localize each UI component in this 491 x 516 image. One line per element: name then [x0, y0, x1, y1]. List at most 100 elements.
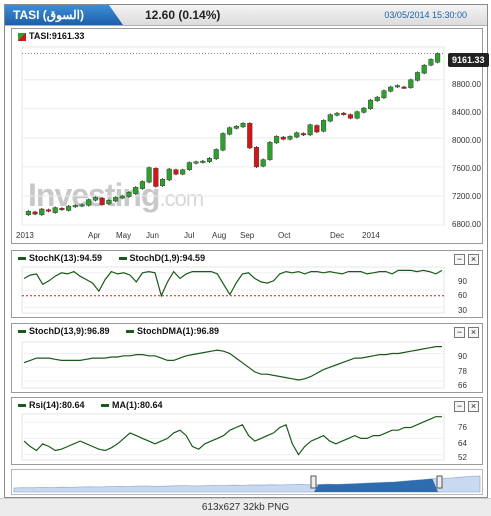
- candle: [361, 107, 367, 113]
- x-tick-label: Jul: [184, 231, 195, 240]
- candle: [173, 169, 179, 175]
- x-tick-label: Dec: [330, 231, 345, 240]
- navigator-svg[interactable]: [12, 470, 482, 494]
- candle: [86, 199, 92, 206]
- y-tick-label: 7600.00: [452, 164, 481, 173]
- candle: [220, 133, 226, 151]
- candle: [113, 197, 119, 202]
- range-handle-left[interactable]: [310, 475, 317, 489]
- candle: [180, 169, 186, 175]
- last-value-badge: 9161.33: [448, 53, 489, 67]
- x-tick-label: 2014: [362, 231, 380, 240]
- candle: [59, 208, 65, 210]
- y-tick-label: 7200.00: [452, 192, 481, 201]
- candle: [186, 162, 192, 170]
- candle: [347, 114, 353, 119]
- candle: [126, 192, 132, 197]
- stochd-panel: StochD(13,9):96.89 StochDMA(1):96.89 − ×…: [11, 323, 483, 393]
- candle: [260, 159, 266, 167]
- candle: [341, 112, 347, 115]
- stochk-svg: [21, 266, 445, 314]
- x-tick-label: Jun: [146, 231, 159, 240]
- plot-area: [21, 413, 445, 461]
- x-tick-label: Oct: [278, 231, 291, 240]
- candle: [200, 160, 206, 163]
- rsi-svg: [21, 413, 445, 461]
- series-line: [23, 269, 443, 298]
- last-price: 12.60 (0.14%): [145, 8, 221, 22]
- status-bar: 613x627 32kb PNG: [0, 498, 491, 516]
- y-tick-label: 66: [458, 381, 467, 390]
- candle: [79, 204, 85, 207]
- candle: [253, 147, 260, 168]
- candle: [247, 123, 253, 149]
- candle: [25, 210, 31, 216]
- candle: [227, 127, 233, 135]
- y-tick-label: 6800.00: [452, 220, 481, 229]
- x-tick-label: Sep: [240, 231, 255, 240]
- candle: [166, 168, 172, 181]
- candle: [280, 136, 286, 140]
- candle: [354, 111, 360, 119]
- candle: [233, 125, 239, 129]
- chart-widget: TASI (السوق) 12.60 (0.14%) 03/05/2014 15…: [4, 4, 489, 498]
- candle: [213, 149, 219, 160]
- candle: [106, 200, 112, 205]
- candle: [66, 205, 72, 211]
- candle: [294, 132, 300, 138]
- x-tick-label: 2013: [16, 231, 34, 240]
- y-tick-label: 52: [458, 453, 467, 462]
- header-bar: TASI (السوق) 12.60 (0.14%) 03/05/2014 15…: [5, 5, 487, 26]
- rsi-panel: Rsi(14):80.64 MA(1):80.64 − × 76 64 52: [11, 397, 483, 465]
- candle: [327, 114, 333, 122]
- y-tick-label: 8800.00: [452, 80, 481, 89]
- candle: [32, 211, 38, 215]
- candle: [274, 136, 280, 144]
- candle: [428, 59, 434, 66]
- navigator-panel[interactable]: [11, 469, 483, 495]
- timestamp: 03/05/2014 15:30:00: [384, 10, 467, 20]
- candle: [39, 208, 45, 216]
- x-tick-label: Aug: [212, 231, 227, 240]
- candle: [300, 133, 306, 136]
- y-tick-label: 76: [458, 423, 467, 432]
- y-tick-label: 90: [458, 352, 467, 361]
- candle: [414, 72, 421, 81]
- candle: [119, 195, 125, 199]
- candle: [267, 141, 273, 160]
- y-tick-label: 90: [458, 277, 467, 286]
- candle: [146, 167, 152, 183]
- candle: [153, 168, 159, 187]
- main-chart-panel: TASI:9161.33 Investing.com 9161.33 8800.…: [11, 28, 489, 244]
- y-tick-label: 64: [458, 439, 467, 448]
- candle: [193, 161, 199, 164]
- y-tick-label: 30: [458, 306, 467, 315]
- range-handle-right[interactable]: [436, 475, 443, 489]
- candle: [435, 53, 441, 63]
- candle: [240, 123, 246, 128]
- plot-area: [21, 46, 445, 226]
- candle: [92, 197, 98, 201]
- candle: [321, 120, 327, 132]
- candle: [159, 179, 166, 186]
- candle: [388, 86, 394, 92]
- candle: [367, 99, 374, 109]
- x-tick-label: Apr: [88, 231, 101, 240]
- candle: [45, 209, 52, 212]
- candle: [99, 197, 105, 205]
- stochd-svg: [21, 341, 445, 389]
- candle: [381, 90, 387, 99]
- candle: [72, 205, 78, 208]
- candle: [421, 64, 427, 74]
- candle: [394, 85, 400, 88]
- candle: [133, 187, 139, 194]
- candle: [374, 96, 380, 101]
- main-chart-svg[interactable]: [12, 29, 482, 243]
- symbol-tab[interactable]: TASI (السوق): [5, 5, 123, 25]
- candle: [314, 125, 320, 133]
- y-tick-label: 78: [458, 367, 467, 376]
- candle: [401, 86, 407, 89]
- y-tick-label: 8000.00: [452, 136, 481, 145]
- candle: [139, 181, 145, 189]
- candle: [408, 79, 414, 88]
